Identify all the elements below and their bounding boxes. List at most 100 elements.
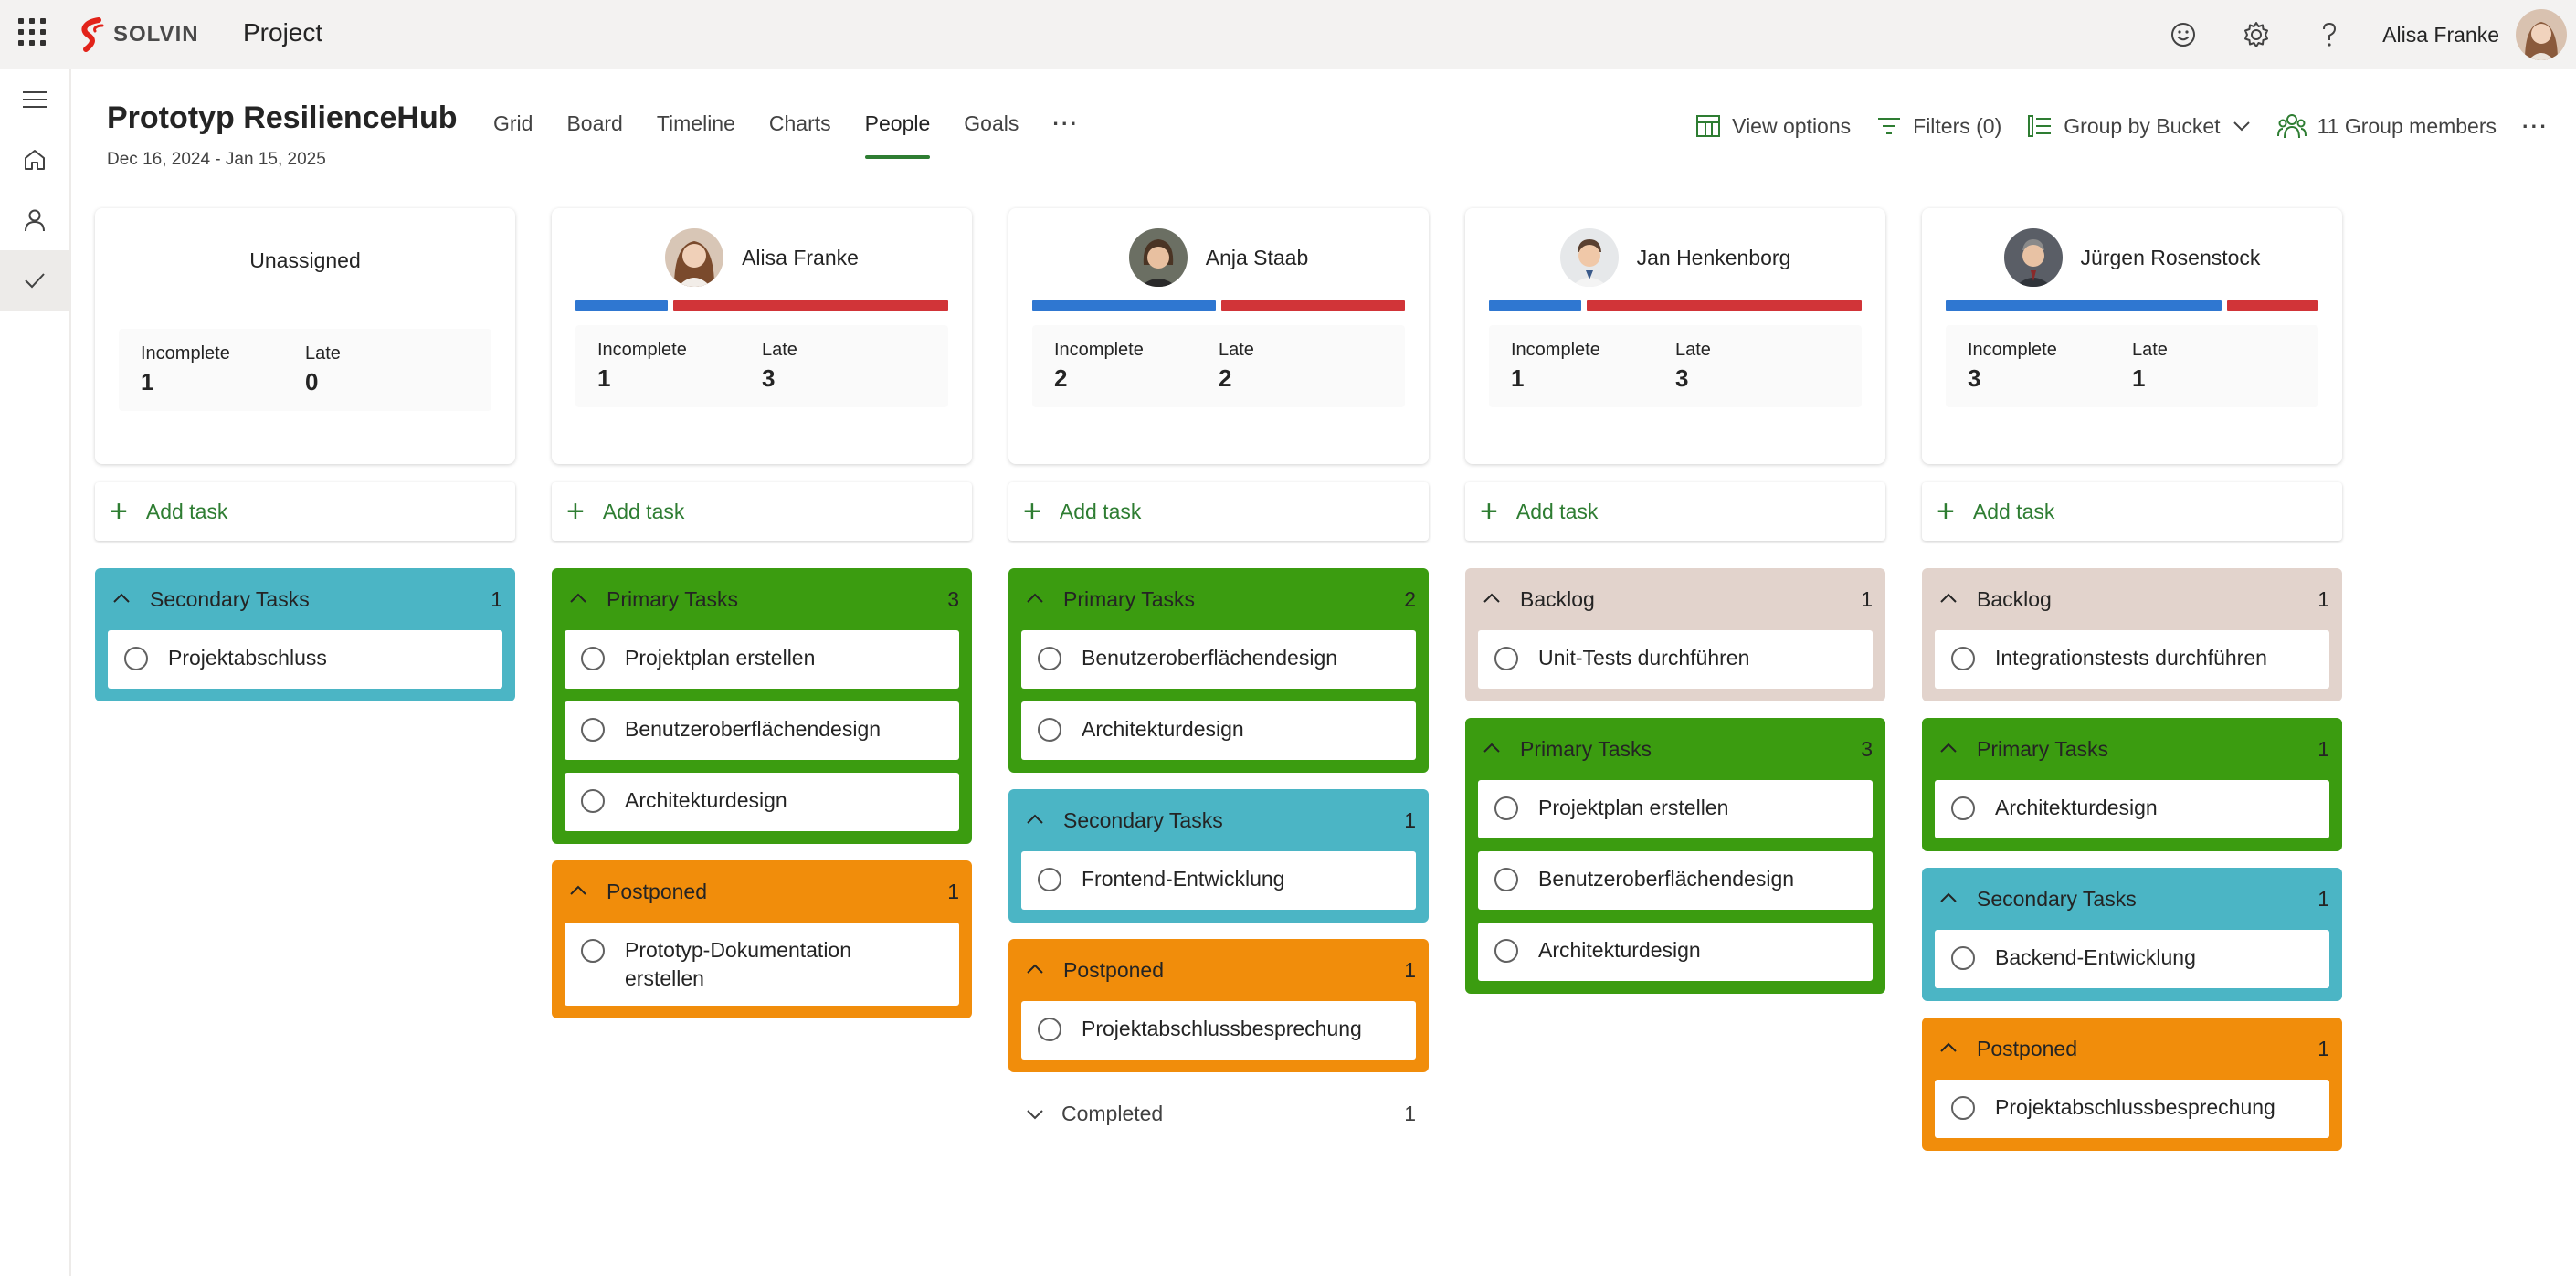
group-members-button[interactable]: 11 Group members — [2276, 112, 2497, 140]
bucket-header[interactable]: Primary Tasks 2 — [1021, 568, 1416, 630]
complete-task-checkbox[interactable] — [1494, 796, 1518, 820]
add-task-button[interactable]: + Add task — [1465, 482, 1885, 541]
filters-button[interactable]: Filters (0) — [1876, 114, 2001, 139]
tab-people[interactable]: People — [864, 108, 930, 159]
menu-icon[interactable] — [0, 69, 69, 130]
bucket-name: Postponed — [1063, 957, 1164, 982]
task-card[interactable]: Projektplan erstellen — [565, 630, 959, 689]
bucket-count: 1 — [2317, 736, 2329, 761]
task-card[interactable]: Benutzeroberflächendesign — [565, 701, 959, 760]
completed-section-toggle[interactable]: Completed 1 — [1008, 1083, 1429, 1144]
task-card[interactable]: Frontend-Entwicklung — [1021, 851, 1416, 910]
bucket-header[interactable]: Postponed 1 — [1021, 939, 1416, 1001]
bucket-header[interactable]: Backlog 1 — [1935, 568, 2329, 630]
task-card[interactable]: Architekturdesign — [1021, 701, 1416, 760]
add-task-button[interactable]: + Add task — [1922, 482, 2342, 541]
task-card[interactable]: Benutzeroberflächendesign — [1478, 851, 1873, 910]
left-rail — [0, 69, 71, 1276]
task-card[interactable]: Projektabschlussbesprechung — [1021, 1001, 1416, 1060]
group-by-label: Group by Bucket — [2064, 113, 2221, 138]
complete-task-checkbox[interactable] — [1494, 939, 1518, 963]
incomplete-value: 1 — [1511, 364, 1525, 392]
chevron-up-icon — [1938, 889, 1975, 910]
task-card[interactable]: Architekturdesign — [1935, 780, 2329, 838]
bucket-secondary-tasks: Secondary Tasks 1 Backend-Entwicklung — [1922, 868, 2342, 1001]
add-task-button[interactable]: + Add task — [1008, 482, 1429, 541]
bucket-header[interactable]: Secondary Tasks 1 — [108, 568, 502, 630]
task-card[interactable]: Prototyp-Dokumentation erstellen — [565, 923, 959, 1006]
view-options-button[interactable]: View options — [1695, 114, 1851, 139]
complete-task-checkbox[interactable] — [1494, 647, 1518, 670]
smiley-icon[interactable] — [2147, 0, 2220, 69]
tab-timeline[interactable]: Timeline — [657, 108, 735, 159]
home-icon[interactable] — [0, 130, 69, 190]
checkmark-icon[interactable] — [0, 250, 69, 311]
person-icon[interactable] — [0, 190, 69, 250]
late-bar — [1221, 300, 1405, 311]
complete-task-checkbox[interactable] — [581, 789, 605, 813]
tab-board[interactable]: Board — [566, 108, 622, 159]
filters-label: Filters (0) — [1913, 113, 2002, 138]
bucket-header[interactable]: Postponed 1 — [1935, 1018, 2329, 1080]
complete-task-checkbox[interactable] — [1038, 868, 1061, 891]
bucket-header[interactable]: Backlog 1 — [1478, 568, 1873, 630]
complete-task-checkbox[interactable] — [1038, 718, 1061, 742]
group-by-button[interactable]: Group by Bucket — [2027, 114, 2251, 139]
task-card[interactable]: Benutzeroberflächendesign — [1021, 630, 1416, 689]
tab-goals[interactable]: Goals — [964, 108, 1019, 159]
user-avatar[interactable] — [2516, 9, 2567, 60]
tab-charts[interactable]: Charts — [769, 108, 831, 159]
complete-task-checkbox[interactable] — [1951, 647, 1975, 670]
bucket-header[interactable]: Secondary Tasks 1 — [1021, 789, 1416, 851]
complete-task-checkbox[interactable] — [1038, 647, 1061, 670]
bucket-header[interactable]: Postponed 1 — [565, 860, 959, 923]
tab-grid[interactable]: Grid — [493, 108, 533, 159]
complete-task-checkbox[interactable] — [1038, 1018, 1061, 1041]
complete-task-checkbox[interactable] — [1951, 946, 1975, 970]
gear-icon[interactable] — [2220, 0, 2293, 69]
person-header: Jan Henkenborg — [1465, 208, 1885, 290]
user-name[interactable]: Alisa Franke — [2382, 23, 2499, 47]
complete-task-checkbox[interactable] — [1494, 868, 1518, 891]
bucket-header[interactable]: Primary Tasks 3 — [565, 568, 959, 630]
help-icon[interactable] — [2293, 0, 2366, 69]
chevron-down-icon — [1025, 1102, 1061, 1126]
complete-task-checkbox[interactable] — [581, 939, 605, 963]
add-task-button[interactable]: + Add task — [95, 482, 515, 541]
task-card[interactable]: Integrationstests durchführen — [1935, 630, 2329, 689]
stats-box: Incomplete 1 Late 3 — [1489, 325, 1862, 407]
complete-task-checkbox[interactable] — [124, 647, 148, 670]
bucket-header[interactable]: Primary Tasks 3 — [1478, 718, 1873, 780]
late-label: Late — [1219, 340, 1254, 360]
waffle-icon[interactable] — [18, 18, 46, 46]
bucket-name: Secondary Tasks — [1063, 807, 1223, 832]
person-column: Anja Staab Incomplete 2 Late 2 + Add task… — [1008, 208, 1429, 1144]
plus-icon: + — [1937, 494, 1955, 529]
complete-task-checkbox[interactable] — [1951, 796, 1975, 820]
bucket-count: 1 — [2317, 586, 2329, 611]
complete-task-checkbox[interactable] — [1951, 1096, 1975, 1120]
task-card[interactable]: Projektplan erstellen — [1478, 780, 1873, 838]
bucket-header[interactable]: Primary Tasks 1 — [1935, 718, 2329, 780]
add-task-button[interactable]: + Add task — [552, 482, 972, 541]
task-card[interactable]: Architekturdesign — [1478, 923, 1873, 981]
brand-logo[interactable]: SOLVIN — [77, 15, 199, 55]
task-card[interactable]: Backend-Entwicklung — [1935, 930, 2329, 988]
tab-more[interactable]: ··· — [1052, 108, 1079, 159]
chevron-down-icon — [2233, 121, 2250, 132]
bucket-name: Postponed — [1977, 1036, 2077, 1060]
app-title[interactable]: Project — [243, 18, 322, 47]
bucket-header[interactable]: Secondary Tasks 1 — [1935, 868, 2329, 930]
task-card[interactable]: Unit-Tests durchführen — [1478, 630, 1873, 689]
more-options-button[interactable]: ··· — [2522, 114, 2549, 139]
late-stat: Late 2 — [1219, 340, 1383, 393]
late-value: 0 — [305, 368, 319, 395]
complete-task-checkbox[interactable] — [581, 718, 605, 742]
task-card[interactable]: Architekturdesign — [565, 773, 959, 831]
plan-title[interactable]: Prototyp ResilienceHub — [107, 100, 458, 136]
incomplete-label: Incomplete — [1511, 340, 1600, 360]
task-title: Architekturdesign — [1995, 796, 2158, 819]
task-card[interactable]: Projektabschluss — [108, 630, 502, 689]
task-card[interactable]: Projektabschlussbesprechung — [1935, 1080, 2329, 1138]
complete-task-checkbox[interactable] — [581, 647, 605, 670]
